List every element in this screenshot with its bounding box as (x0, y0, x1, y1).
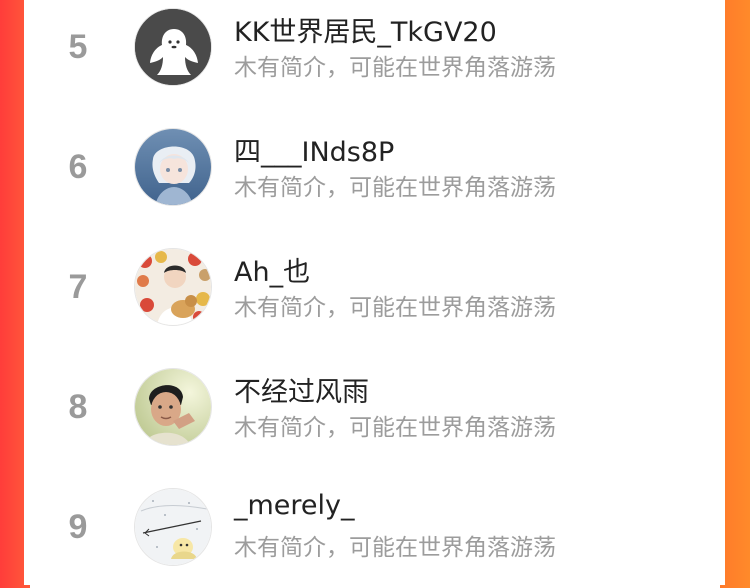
rank-number: 7 (68, 268, 88, 306)
user-name[interactable]: 不经过风雨 (234, 370, 369, 409)
avatar[interactable] (134, 488, 212, 566)
default-ghost-avatar-icon (135, 9, 211, 85)
list-item[interactable]: 9 _merely_ 木有简介，可能在世界角落游荡 (24, 468, 725, 588)
avatar[interactable] (134, 368, 212, 446)
user-name[interactable]: 四___INds8P (234, 130, 394, 169)
avatar[interactable] (134, 128, 212, 206)
boy-with-dog-avatar-icon (135, 249, 211, 325)
user-description: 木有简介，可能在世界角落游荡 (234, 535, 556, 561)
user-name[interactable]: _merely_ (234, 490, 355, 521)
user-description: 木有简介，可能在世界角落游荡 (234, 295, 556, 321)
rank-number: 8 (68, 388, 88, 426)
user-name[interactable]: KK世界居民_TkGV20 (234, 10, 497, 49)
rank-number: 9 (68, 508, 88, 546)
winter-sketch-avatar-icon (135, 489, 211, 565)
ranking-list: 5 KK世界居民_TkGV20 木有简介，可能在世界角落游荡 6 四___INd… (24, 0, 725, 585)
list-item[interactable]: 8 不经过风雨 木有简介，可能在世界角落游荡 (24, 348, 725, 468)
anime-boy-avatar-icon (135, 129, 211, 205)
rank-number: 6 (68, 148, 88, 186)
user-description: 木有简介，可能在世界角落游荡 (234, 55, 556, 81)
list-item[interactable]: 7 Ah_也 木有简介，可能在世界角落游荡 (24, 228, 725, 348)
list-item[interactable]: 6 四___INds8P 木有简介，可能在世界角落游荡 (24, 108, 725, 228)
list-item[interactable]: 5 KK世界居民_TkGV20 木有简介，可能在世界角落游荡 (24, 0, 725, 108)
user-name[interactable]: Ah_也 (234, 250, 310, 289)
user-description: 木有简介，可能在世界角落游荡 (234, 175, 556, 201)
child-photo-avatar-icon (135, 369, 211, 445)
avatar[interactable] (134, 8, 212, 86)
user-description: 木有简介，可能在世界角落游荡 (234, 415, 556, 441)
avatar[interactable] (134, 248, 212, 326)
rank-number: 5 (68, 28, 88, 66)
